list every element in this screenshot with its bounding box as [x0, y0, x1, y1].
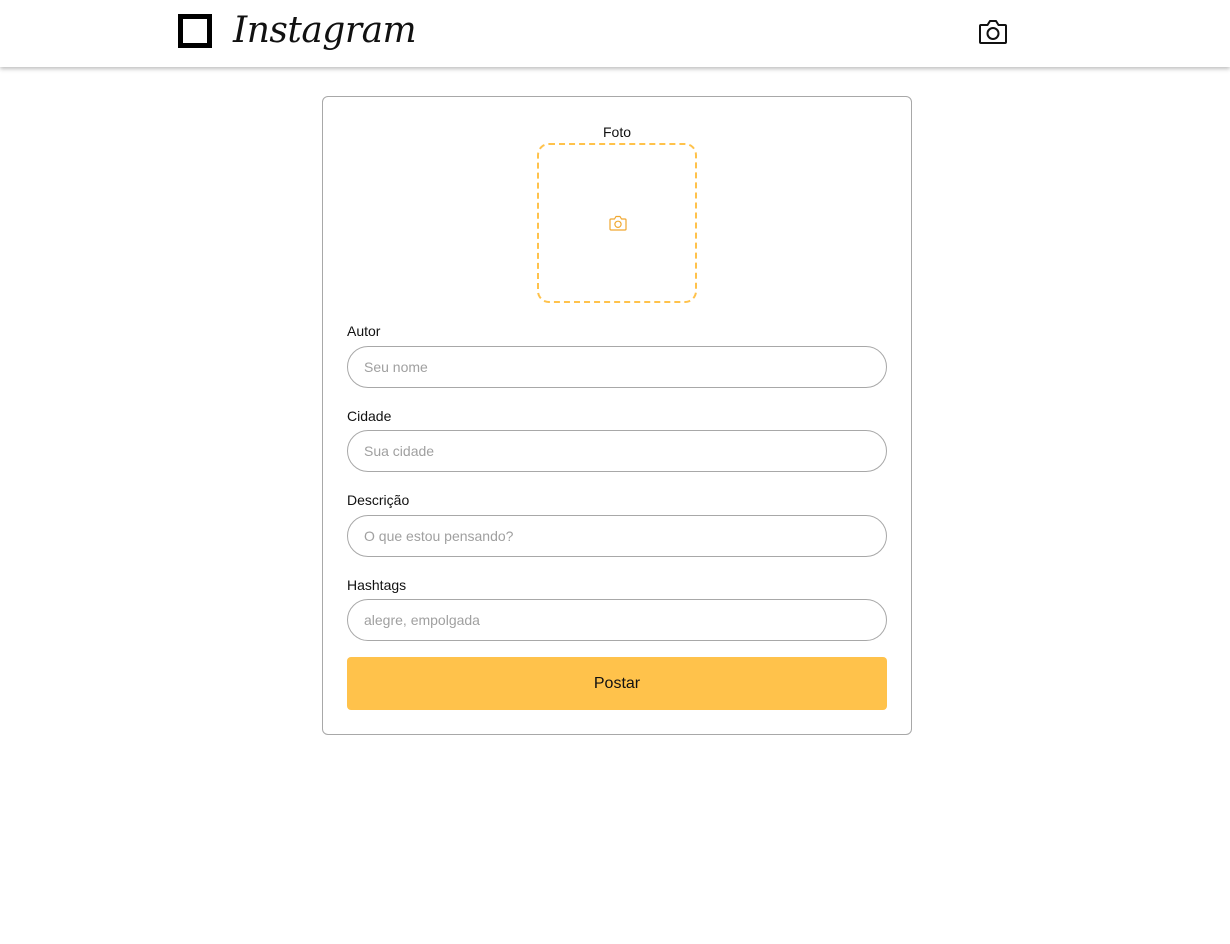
author-label: Autor — [347, 323, 381, 339]
brand-name[interactable]: Instagram — [233, 8, 417, 54]
photo-label: Foto — [602, 124, 631, 140]
new-post-form: Foto Autor Cidade Descrição Hashtags Pos… — [322, 96, 912, 735]
city-input[interactable] — [347, 430, 887, 472]
hashtags-label: Hashtags — [347, 577, 407, 593]
description-label: Descrição — [347, 492, 410, 508]
app-header: Instagram — [0, 0, 1230, 67]
camera-icon — [609, 215, 627, 231]
hashtags-input[interactable] — [347, 599, 887, 641]
post-button[interactable]: Postar — [347, 657, 887, 710]
description-input[interactable] — [347, 515, 887, 557]
city-label: Cidade — [347, 408, 392, 424]
author-input[interactable] — [347, 346, 887, 388]
camera-icon[interactable] — [978, 18, 1008, 46]
square-logo-icon[interactable] — [178, 14, 212, 48]
photo-upload-dropzone[interactable] — [537, 143, 697, 303]
